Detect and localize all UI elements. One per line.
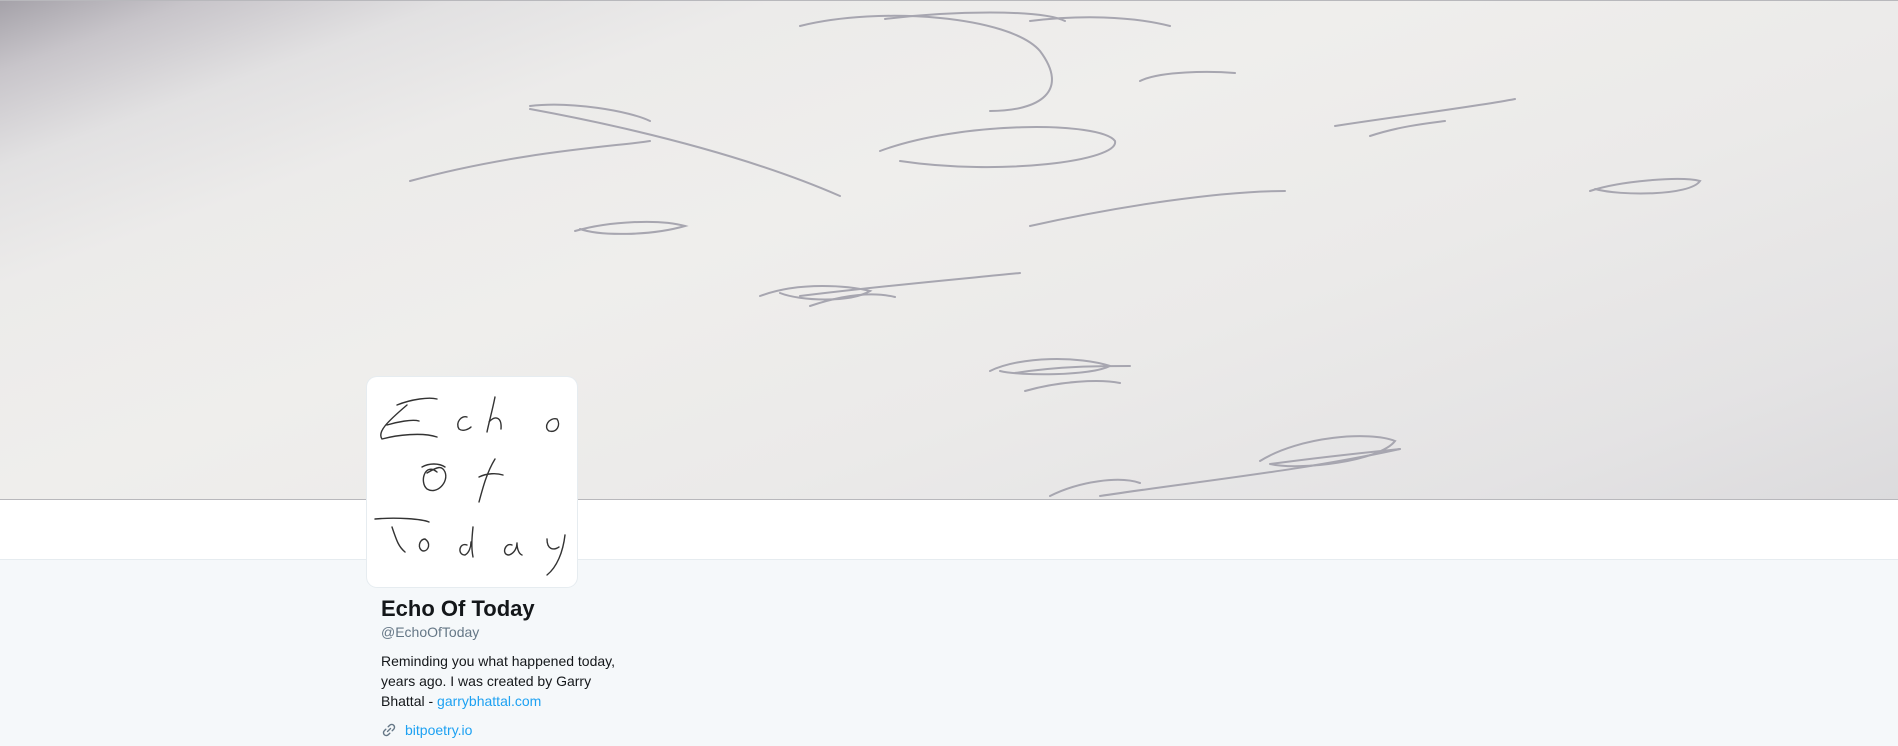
profile-bio: Reminding you what happened today, years…	[381, 651, 631, 711]
avatar-logo-image	[374, 396, 566, 576]
profile-header-banner[interactable]	[0, 0, 1898, 500]
profile-website: bitpoetry.io	[381, 720, 641, 740]
website-link[interactable]: bitpoetry.io	[405, 720, 472, 740]
profile-name[interactable]: Echo Of Today	[381, 595, 641, 623]
profile-avatar[interactable]	[367, 377, 577, 587]
bio-link[interactable]: garrybhattal.com	[437, 693, 541, 709]
link-icon	[382, 723, 396, 737]
header-image	[409, 11, 1702, 497]
profile-handle[interactable]: @EchoOfToday	[381, 623, 641, 641]
profile-card: Echo Of Today @EchoOfToday Reminding you…	[381, 595, 641, 740]
profile-nav-bar	[0, 500, 1898, 560]
